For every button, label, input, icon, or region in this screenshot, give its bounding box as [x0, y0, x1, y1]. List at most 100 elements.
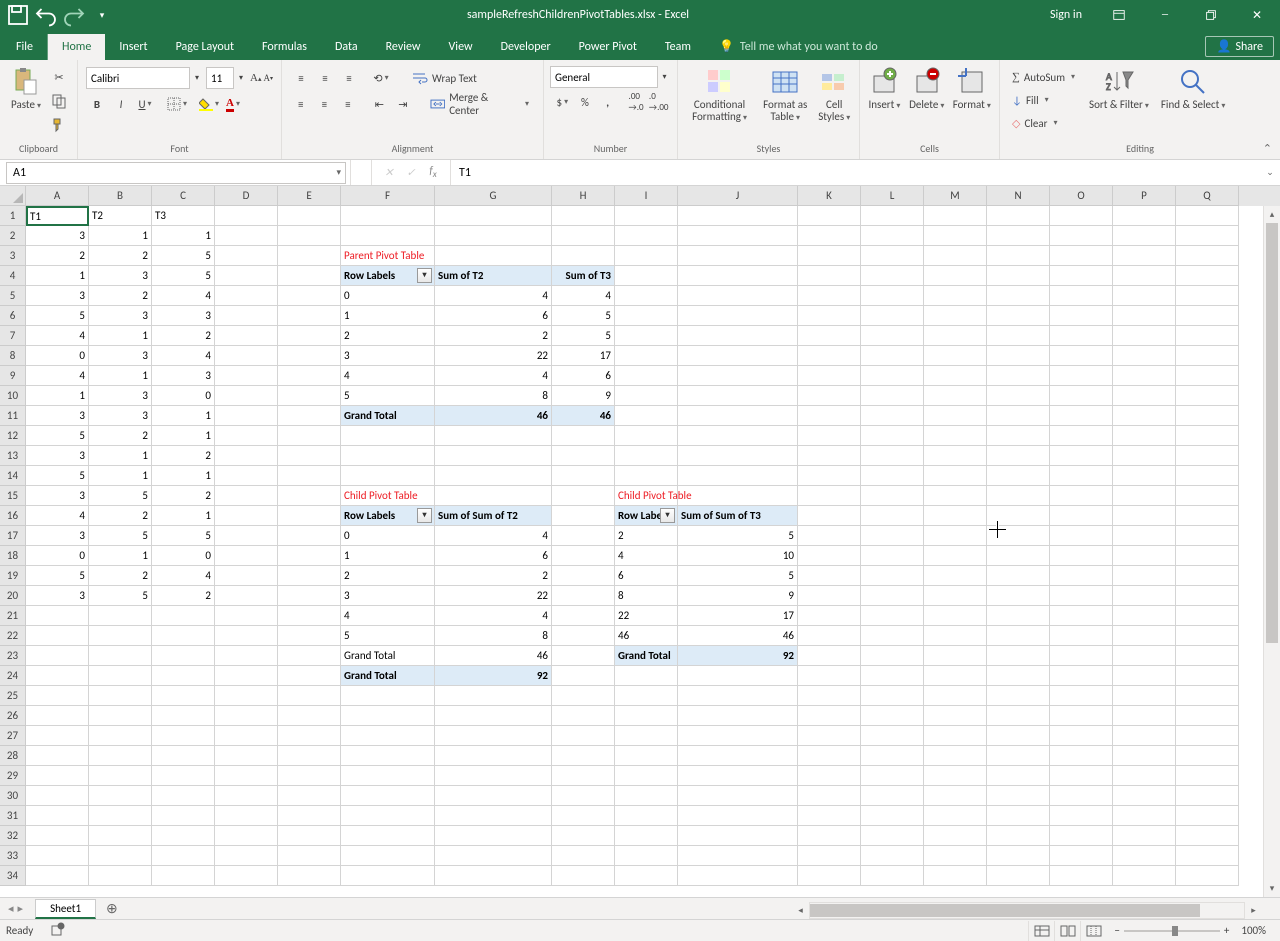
- align-right-icon[interactable]: ≡: [337, 93, 359, 115]
- cell-N16[interactable]: [987, 506, 1050, 526]
- cell-G9[interactable]: 4: [435, 366, 552, 386]
- tab-team[interactable]: Team: [651, 34, 705, 60]
- cell-F10[interactable]: 5: [341, 386, 435, 406]
- align-middle-icon[interactable]: ≡: [314, 67, 336, 89]
- cell-O32[interactable]: [1050, 826, 1113, 846]
- cell-Q20[interactable]: [1176, 586, 1239, 606]
- cell-P22[interactable]: [1113, 626, 1176, 646]
- cell-L7[interactable]: [861, 326, 924, 346]
- cell-K22[interactable]: [798, 626, 861, 646]
- cell-K15[interactable]: [798, 486, 861, 506]
- format-cells-button[interactable]: Format: [949, 64, 995, 140]
- row-head-17[interactable]: 17: [0, 526, 26, 546]
- cell-N6[interactable]: [987, 306, 1050, 326]
- fill-button[interactable]: ↓Fill: [1006, 89, 1081, 111]
- cell-D16[interactable]: [215, 506, 278, 526]
- cell-J5[interactable]: [678, 286, 798, 306]
- cell-Q26[interactable]: [1176, 706, 1239, 726]
- cell-N27[interactable]: [987, 726, 1050, 746]
- cell-Q25[interactable]: [1176, 686, 1239, 706]
- cell-C1[interactable]: T3: [152, 206, 215, 226]
- cell-A29[interactable]: [26, 766, 89, 786]
- cell-D33[interactable]: [215, 846, 278, 866]
- vscroll-thumb[interactable]: [1266, 223, 1278, 643]
- cell-C18[interactable]: 0: [152, 546, 215, 566]
- cell-B1[interactable]: T2: [89, 206, 152, 226]
- cell-Q3[interactable]: [1176, 246, 1239, 266]
- cell-F33[interactable]: [341, 846, 435, 866]
- cell-M17[interactable]: [924, 526, 987, 546]
- close-icon[interactable]: ✕: [1234, 0, 1280, 30]
- cell-L24[interactable]: [861, 666, 924, 686]
- orientation-icon[interactable]: ⟲: [370, 67, 392, 89]
- cell-F13[interactable]: [341, 446, 435, 466]
- increase-decimal-icon[interactable]: .00→.0: [626, 91, 647, 113]
- cell-Q18[interactable]: [1176, 546, 1239, 566]
- cell-L32[interactable]: [861, 826, 924, 846]
- new-sheet-button[interactable]: ⊕: [96, 898, 128, 919]
- tab-review[interactable]: Review: [372, 34, 435, 60]
- align-bottom-icon[interactable]: ≡: [338, 67, 360, 89]
- cell-K27[interactable]: [798, 726, 861, 746]
- cell-B25[interactable]: [89, 686, 152, 706]
- cell-P18[interactable]: [1113, 546, 1176, 566]
- cell-N8[interactable]: [987, 346, 1050, 366]
- cell-C30[interactable]: [152, 786, 215, 806]
- cell-H21[interactable]: [552, 606, 615, 626]
- cell-G32[interactable]: [435, 826, 552, 846]
- cell-C7[interactable]: 2: [152, 326, 215, 346]
- cell-E18[interactable]: [278, 546, 341, 566]
- col-head-H[interactable]: H: [552, 186, 615, 206]
- cell-M16[interactable]: [924, 506, 987, 526]
- col-head-Q[interactable]: Q: [1176, 186, 1239, 206]
- cell-O21[interactable]: [1050, 606, 1113, 626]
- tab-file[interactable]: File: [2, 34, 48, 60]
- cell-F18[interactable]: 1: [341, 546, 435, 566]
- cell-P3[interactable]: [1113, 246, 1176, 266]
- cell-G26[interactable]: [435, 706, 552, 726]
- cell-G21[interactable]: 4: [435, 606, 552, 626]
- cell-F30[interactable]: [341, 786, 435, 806]
- cell-D26[interactable]: [215, 706, 278, 726]
- cell-C3[interactable]: 5: [152, 246, 215, 266]
- cell-M28[interactable]: [924, 746, 987, 766]
- cell-P17[interactable]: [1113, 526, 1176, 546]
- cell-C19[interactable]: 4: [152, 566, 215, 586]
- cell-H7[interactable]: 5: [552, 326, 615, 346]
- cell-F20[interactable]: 3: [341, 586, 435, 606]
- minimize-icon[interactable]: ─: [1142, 0, 1188, 30]
- cell-J6[interactable]: [678, 306, 798, 326]
- cell-Q5[interactable]: [1176, 286, 1239, 306]
- cell-H20[interactable]: [552, 586, 615, 606]
- cell-C20[interactable]: 2: [152, 586, 215, 606]
- cell-I5[interactable]: [615, 286, 678, 306]
- ribbon-options-icon[interactable]: [1096, 0, 1142, 30]
- cell-J31[interactable]: [678, 806, 798, 826]
- cell-A23[interactable]: [26, 646, 89, 666]
- row-head-25[interactable]: 25: [0, 686, 26, 706]
- cell-M3[interactable]: [924, 246, 987, 266]
- row-head-8[interactable]: 8: [0, 346, 26, 366]
- cell-A30[interactable]: [26, 786, 89, 806]
- delete-cells-button[interactable]: Delete: [905, 64, 949, 140]
- cell-Q1[interactable]: [1176, 206, 1239, 226]
- cell-D22[interactable]: [215, 626, 278, 646]
- cell-J26[interactable]: [678, 706, 798, 726]
- cell-E25[interactable]: [278, 686, 341, 706]
- cell-G20[interactable]: 22: [435, 586, 552, 606]
- cell-M14[interactable]: [924, 466, 987, 486]
- cell-D12[interactable]: [215, 426, 278, 446]
- scroll-up-icon[interactable]: ▴: [1264, 206, 1280, 223]
- cell-H34[interactable]: [552, 866, 615, 886]
- cell-E34[interactable]: [278, 866, 341, 886]
- cell-F7[interactable]: 2: [341, 326, 435, 346]
- cell-K25[interactable]: [798, 686, 861, 706]
- cell-G34[interactable]: [435, 866, 552, 886]
- tab-home[interactable]: Home: [48, 34, 105, 60]
- cell-L26[interactable]: [861, 706, 924, 726]
- cell-I22[interactable]: 46: [615, 626, 678, 646]
- cell-N22[interactable]: [987, 626, 1050, 646]
- cell-D2[interactable]: [215, 226, 278, 246]
- cell-O10[interactable]: [1050, 386, 1113, 406]
- cell-P10[interactable]: [1113, 386, 1176, 406]
